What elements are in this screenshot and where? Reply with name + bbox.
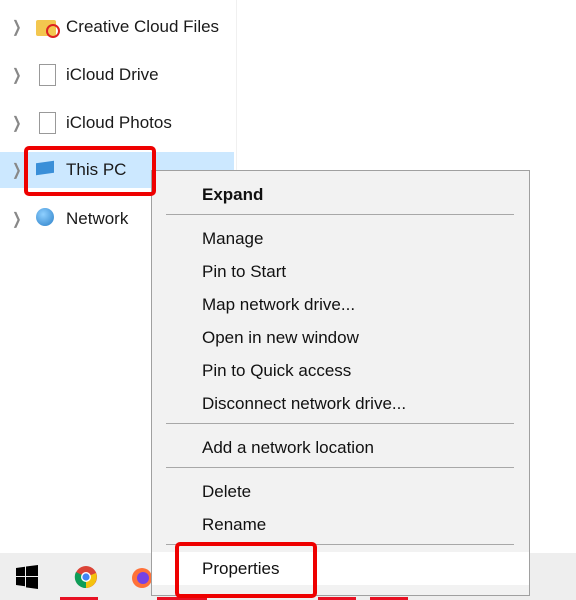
menu-item-map-network-drive[interactable]: Map network drive...: [152, 288, 529, 321]
menu-item-add-network-location[interactable]: Add a network location: [152, 431, 529, 464]
chevron-right-icon[interactable]: ❯: [12, 209, 22, 229]
menu-item-label: Add a network location: [202, 437, 374, 457]
nav-item-creative-cloud-files[interactable]: ❯ Creative Cloud Files: [0, 9, 234, 45]
menu-item-label: Delete: [202, 481, 252, 501]
chevron-right-icon[interactable]: ❯: [12, 160, 22, 180]
menu-item-manage[interactable]: Manage: [152, 222, 529, 255]
menu-separator: [166, 423, 514, 424]
menu-item-pin-to-start[interactable]: Pin to Start: [152, 255, 529, 288]
computer-icon: [36, 159, 58, 181]
menu-item-label: Expand: [202, 184, 264, 204]
menu-item-label: Manage: [202, 228, 264, 248]
network-icon: [36, 208, 58, 230]
menu-item-label: Disconnect network drive...: [202, 393, 407, 413]
nav-item-label: iCloud Drive: [66, 65, 159, 84]
menu-item-disconnect-network-drive[interactable]: Disconnect network drive...: [152, 387, 529, 420]
nav-item-icloud-photos[interactable]: ❯ iCloud Photos: [0, 105, 234, 141]
nav-item-icloud-drive[interactable]: ❯ iCloud Drive: [0, 57, 234, 93]
menu-item-rename[interactable]: Rename: [152, 508, 529, 541]
menu-item-label: Rename: [202, 514, 267, 534]
chevron-right-icon[interactable]: ❯: [12, 65, 22, 85]
chevron-right-icon[interactable]: ❯: [12, 17, 22, 37]
chevron-right-icon[interactable]: ❯: [12, 113, 22, 133]
menu-item-open-new-window[interactable]: Open in new window: [152, 321, 529, 354]
creative-cloud-folder-icon: [36, 16, 60, 38]
menu-item-properties[interactable]: Properties: [152, 552, 529, 585]
menu-separator: [166, 467, 514, 468]
nav-item-label: This PC: [66, 160, 127, 179]
menu-item-label: Properties: [202, 558, 280, 578]
menu-item-pin-quick-access[interactable]: Pin to Quick access: [152, 354, 529, 387]
chrome-icon[interactable]: [74, 565, 98, 589]
nav-item-label: Creative Cloud Files: [66, 17, 220, 36]
menu-item-label: Pin to Start: [202, 261, 287, 281]
document-icon: [36, 112, 58, 134]
menu-item-delete[interactable]: Delete: [152, 475, 529, 508]
nav-item-label: Network: [66, 209, 129, 228]
menu-item-expand[interactable]: Expand: [152, 178, 529, 211]
document-icon: [36, 64, 58, 86]
nav-item-label: iCloud Photos: [66, 113, 172, 132]
menu-item-label: Pin to Quick access: [202, 360, 352, 380]
menu-item-label: Map network drive...: [202, 294, 356, 314]
menu-separator: [166, 544, 514, 545]
context-menu: Expand Manage Pin to Start Map network d…: [151, 170, 530, 596]
menu-separator: [166, 214, 514, 215]
menu-item-label: Open in new window: [202, 327, 359, 347]
windows-start-icon[interactable]: [15, 565, 39, 589]
